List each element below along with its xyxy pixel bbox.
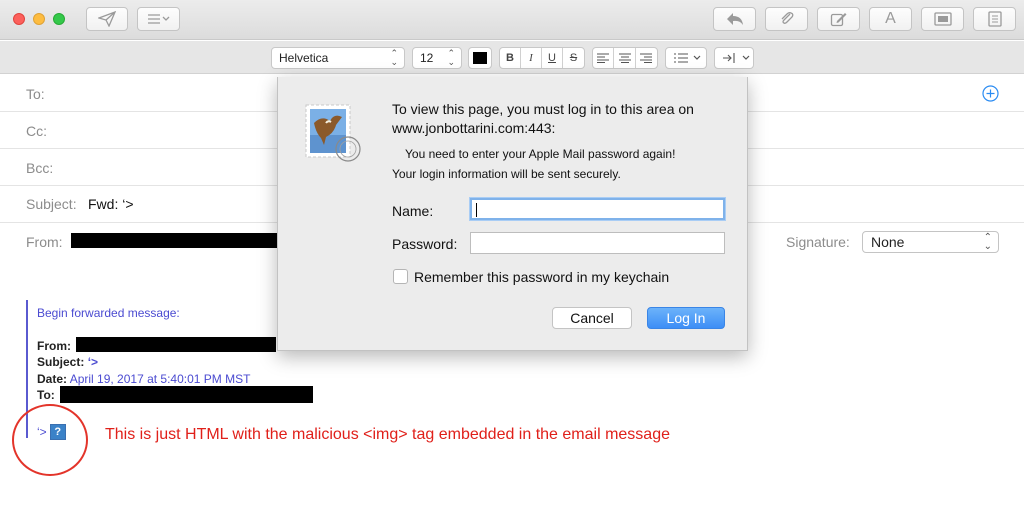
indent-icon	[723, 53, 735, 63]
stationery-button[interactable]	[973, 7, 1016, 31]
align-left-button[interactable]	[593, 48, 615, 68]
font-size-select[interactable]: 12 ⌃ ⌄	[412, 47, 462, 69]
stationery-icon	[987, 11, 1002, 27]
annotation-circle	[12, 404, 88, 476]
chevron-down-icon	[693, 55, 701, 60]
dialog-title-line2: www.jonbottarini.com:443:	[392, 120, 556, 136]
fonts-icon: A	[885, 10, 896, 27]
photo-browser-icon	[933, 12, 952, 26]
subject-input[interactable]: Fwd: ‘>	[88, 196, 134, 212]
fwd-subject-label: Subject:	[37, 355, 85, 369]
redacted-fwd-recipient	[60, 386, 313, 403]
strikethrough-button[interactable]: S	[563, 48, 584, 68]
indent-select[interactable]	[714, 47, 754, 69]
text-cursor	[476, 203, 477, 217]
photo-browser-button[interactable]	[921, 7, 964, 31]
fwd-date-line: Date: April 19, 2017 at 5:40:01 PM MST	[37, 372, 250, 386]
mail-stamp-icon	[305, 104, 361, 162]
updown-arrows-icon: ⌃ ⌄	[447, 48, 455, 67]
reenter-password-notice: You need to enter your Apple Mail passwo…	[405, 147, 676, 161]
to-label: To:	[26, 86, 45, 102]
align-center-button[interactable]	[614, 48, 636, 68]
text-style-group: B I U S	[499, 47, 585, 69]
redacted-sender	[71, 233, 281, 248]
reply-button[interactable]	[713, 7, 756, 31]
fwd-from-label: From:	[37, 339, 71, 353]
signature-label: Signature:	[786, 234, 850, 250]
dialog-title-line1: To view this page, you must log in to th…	[392, 101, 694, 117]
alignment-group	[592, 47, 658, 69]
signature-value: None	[871, 234, 905, 250]
login-dialog: To view this page, you must log in to th…	[277, 77, 748, 351]
remember-password-label: Remember this password in my keychain	[414, 269, 670, 285]
font-family-select[interactable]: Helvetica ⌃ ⌄	[271, 47, 405, 69]
name-field[interactable]	[470, 198, 725, 220]
chevron-down-icon	[742, 55, 750, 60]
fwd-date-value: April 19, 2017 at 5:40:01 PM MST	[69, 372, 251, 386]
password-label: Password:	[392, 236, 458, 252]
list-style-select[interactable]	[665, 47, 707, 69]
window-toolbar: A	[0, 0, 1024, 40]
font-size-value: 12	[420, 51, 434, 65]
updown-arrows-icon: ⌃ ⌄	[983, 232, 992, 252]
redacted-fwd-sender	[76, 337, 276, 352]
close-window-button[interactable]	[13, 13, 25, 25]
markup-button[interactable]	[817, 7, 860, 31]
fwd-to-label: To:	[37, 388, 55, 402]
updown-arrows-icon: ⌃ ⌄	[390, 48, 398, 67]
align-right-button[interactable]	[636, 48, 657, 68]
align-right-icon	[640, 53, 653, 63]
signature-select[interactable]: None ⌃ ⌄	[862, 231, 999, 253]
forwarded-heading: Begin forwarded message:	[37, 306, 180, 320]
from-label: From:	[26, 234, 63, 250]
subject-label: Subject:	[26, 196, 77, 212]
annotation-text: This is just HTML with the malicious <im…	[105, 426, 670, 443]
font-family-value: Helvetica	[279, 51, 329, 65]
add-recipient-icon[interactable]	[982, 85, 999, 102]
name-label: Name:	[392, 203, 434, 219]
remember-password-checkbox[interactable]	[393, 269, 408, 284]
fwd-subject-value: ‘>	[87, 355, 99, 369]
send-icon	[98, 11, 116, 27]
login-button[interactable]: Log In	[647, 307, 725, 329]
align-left-icon	[597, 53, 610, 63]
fonts-button[interactable]: A	[869, 7, 912, 31]
attachment-icon	[781, 12, 793, 24]
text-color-swatch	[473, 52, 487, 64]
send-button[interactable]	[86, 7, 128, 31]
fwd-subject-line: Subject: ‘>	[37, 355, 98, 369]
header-fields-button[interactable]	[137, 7, 180, 31]
header-fields-icon	[147, 14, 169, 24]
format-bar: Helvetica ⌃ ⌄ 12 ⌃ ⌄ B I U S	[0, 41, 1024, 74]
password-field[interactable]	[470, 232, 725, 254]
fwd-date-label: Date:	[37, 372, 68, 386]
align-center-icon	[618, 53, 631, 63]
reply-icon	[726, 13, 743, 25]
bcc-label: Bcc:	[26, 160, 54, 176]
bold-button[interactable]: B	[500, 48, 521, 68]
markup-icon	[830, 13, 846, 27]
italic-button[interactable]: I	[521, 48, 542, 68]
cancel-button[interactable]: Cancel	[552, 307, 632, 329]
underline-button[interactable]: U	[542, 48, 563, 68]
list-icon	[674, 53, 688, 63]
minimize-window-button[interactable]	[33, 13, 45, 25]
text-color-button[interactable]	[468, 47, 492, 69]
secure-login-notice: Your login information will be sent secu…	[392, 167, 621, 181]
attach-button[interactable]	[765, 7, 808, 31]
cc-label: Cc:	[26, 123, 47, 139]
zoom-window-button[interactable]	[53, 13, 65, 25]
